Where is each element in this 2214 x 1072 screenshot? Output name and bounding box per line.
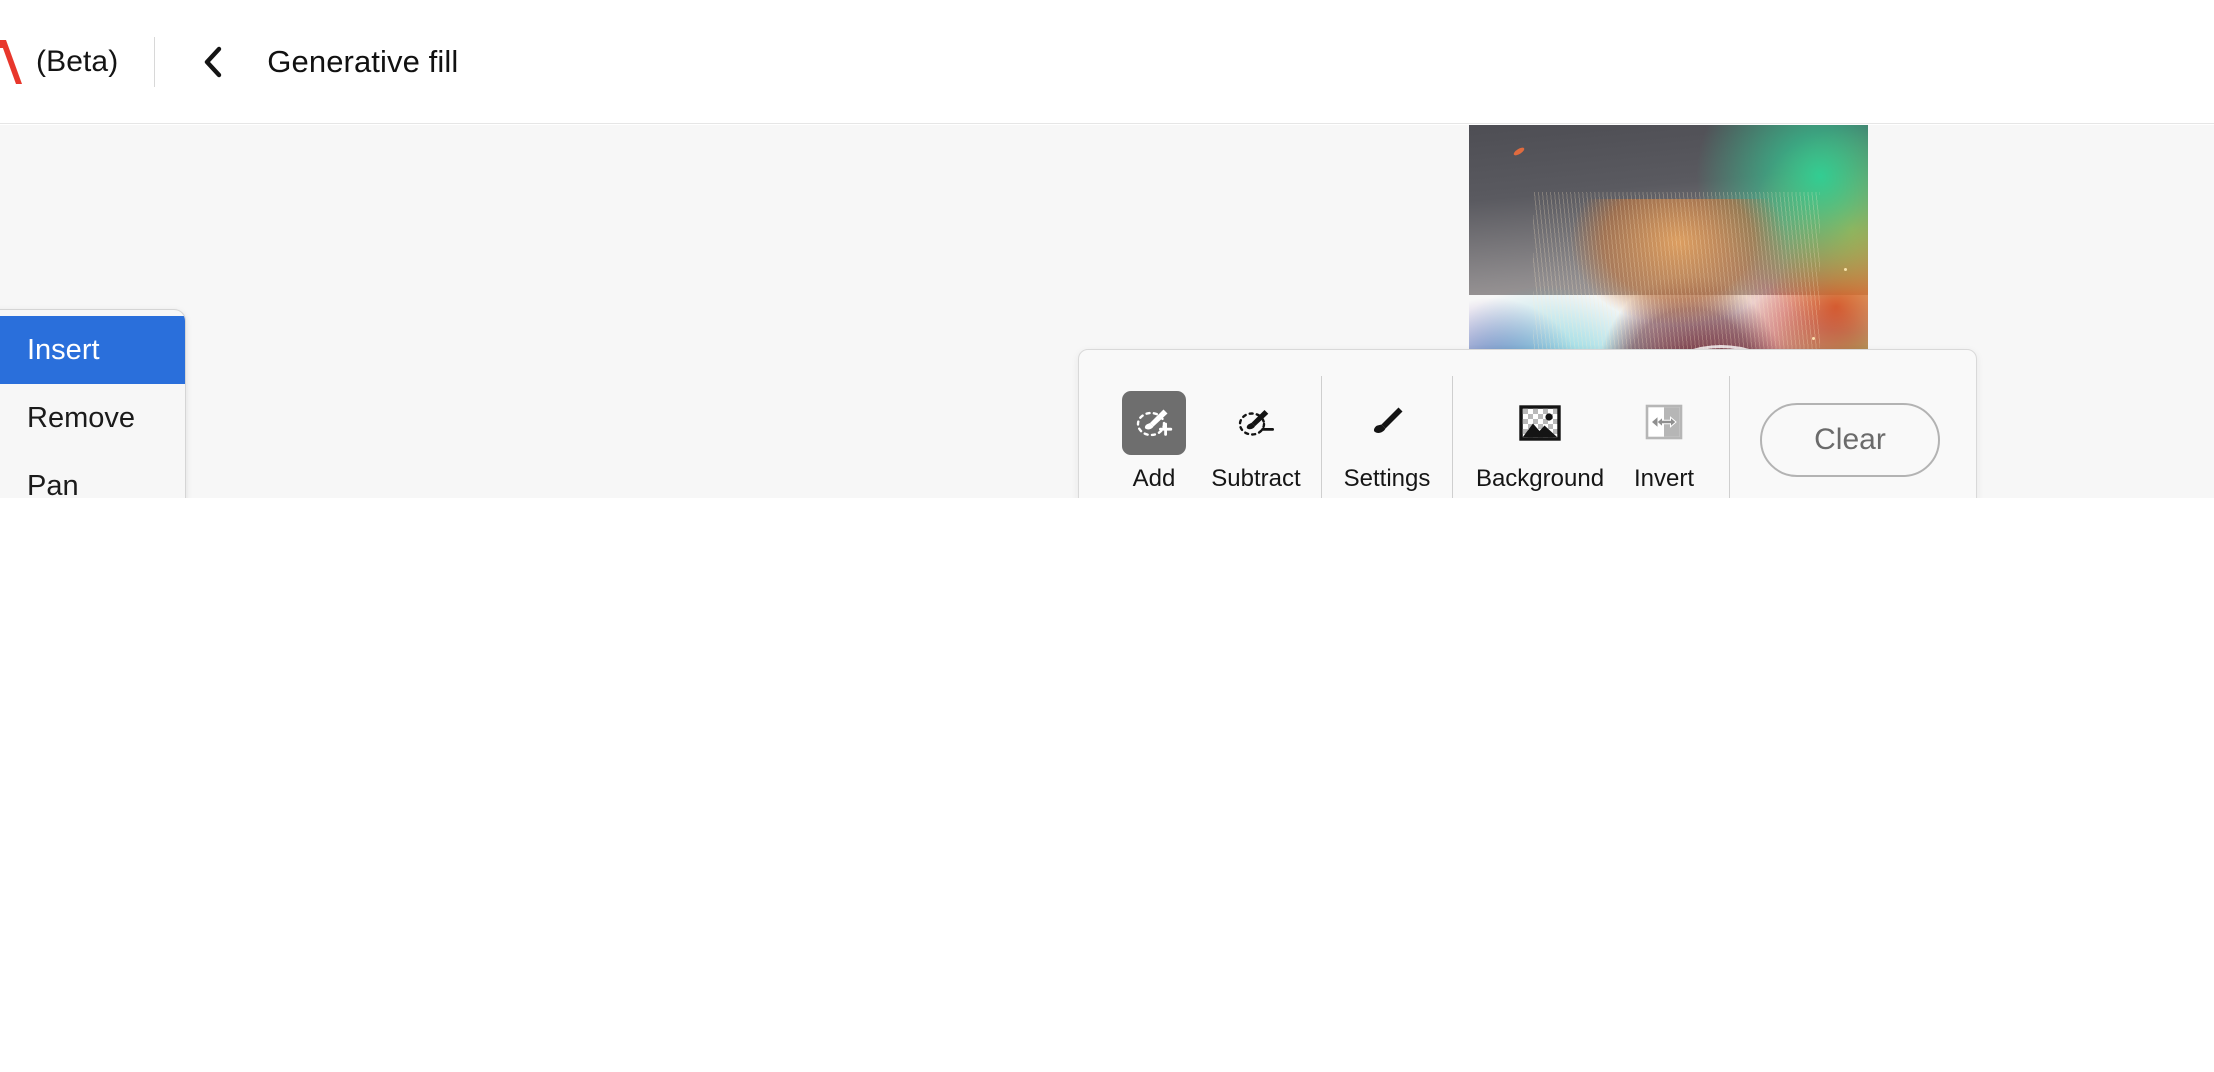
options-group-selection: Add Subtract: [1089, 350, 1321, 498]
tool-panel: Insert Remove Pan: [0, 309, 186, 498]
options-group-settings: Settings: [1322, 350, 1452, 498]
healing-brush-icon: [0, 396, 5, 440]
invert-label: Invert: [1633, 465, 1695, 492]
subtract-label: Subtract: [1211, 465, 1301, 492]
brush-subtract-icon: [1224, 391, 1288, 455]
settings-label: Settings: [1343, 465, 1431, 492]
add-button[interactable]: Add: [1103, 387, 1205, 493]
background-button[interactable]: Background: [1467, 387, 1613, 493]
brand-block: (Beta): [0, 0, 118, 123]
adobe-logo-icon: [0, 39, 22, 84]
image-transparent-icon: [1508, 391, 1572, 455]
hand-icon: [0, 464, 5, 498]
tool-label-insert: Insert: [27, 333, 100, 366]
invert-button[interactable]: Invert: [1613, 387, 1715, 493]
brush-icon: [1355, 391, 1419, 455]
page-title: Generative fill: [267, 43, 459, 79]
invert-selection-icon: [1632, 391, 1696, 455]
background-label: Background: [1475, 465, 1605, 492]
chevron-left-icon: [205, 46, 222, 77]
tool-item-remove[interactable]: Remove: [0, 384, 185, 452]
back-button[interactable]: [189, 38, 237, 86]
header-divider: [154, 36, 156, 87]
clear-button[interactable]: Clear: [1760, 403, 1940, 477]
subtract-button[interactable]: Subtract: [1205, 387, 1307, 493]
options-toolbar: Add Subtract Settings Background Invert …: [1078, 349, 1977, 498]
options-group-clear: Clear: [1730, 350, 1966, 498]
canvas-area[interactable]: Insert Remove Pan Add Subtract Settings …: [0, 125, 2214, 498]
brush-add-icon: [1122, 391, 1186, 455]
options-group-mask: Background Invert: [1453, 350, 1729, 498]
add-label: Add: [1132, 465, 1176, 492]
tool-item-pan[interactable]: Pan: [0, 452, 185, 499]
tool-label-pan: Pan: [27, 469, 79, 499]
app-header: (Beta) Generative fill: [0, 0, 2214, 124]
tool-label-remove: Remove: [27, 401, 135, 434]
sparkle-selection-icon: [0, 328, 5, 372]
settings-button[interactable]: Settings: [1336, 387, 1438, 493]
beta-label: (Beta): [36, 44, 119, 78]
tool-item-insert[interactable]: Insert: [0, 316, 185, 384]
